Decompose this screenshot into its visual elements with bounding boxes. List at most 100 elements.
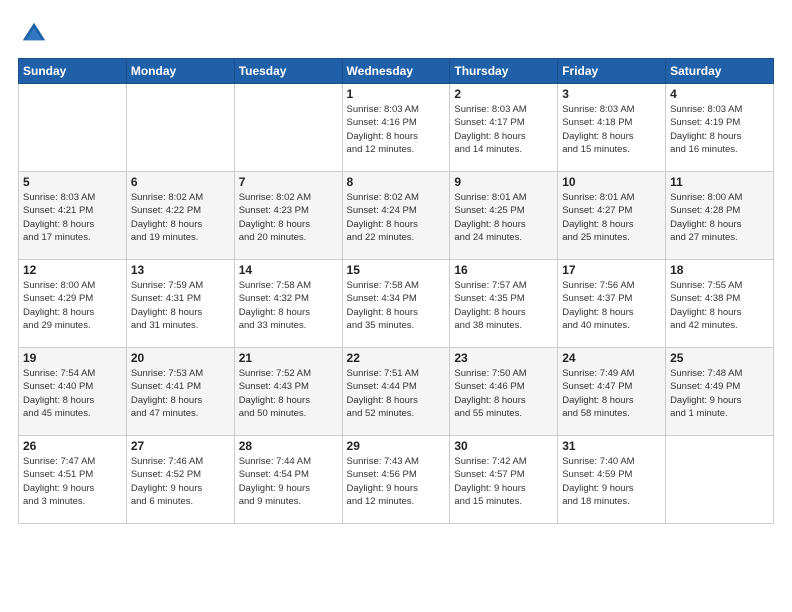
day-cell bbox=[126, 84, 234, 172]
day-cell: 28 Sunrise: 7:44 AM Sunset: 4:54 PM Dayli… bbox=[234, 436, 342, 524]
day-number: 16 bbox=[454, 263, 553, 277]
day-number: 15 bbox=[347, 263, 446, 277]
day-info: Sunrise: 7:58 AM Sunset: 4:34 PM Dayligh… bbox=[347, 279, 446, 332]
day-cell: 21 Sunrise: 7:52 AM Sunset: 4:43 PM Dayli… bbox=[234, 348, 342, 436]
day-info: Sunrise: 8:03 AM Sunset: 4:19 PM Dayligh… bbox=[670, 103, 769, 156]
page: Sunday Monday Tuesday Wednesday Thursday… bbox=[0, 0, 792, 612]
day-cell bbox=[666, 436, 774, 524]
day-cell: 14 Sunrise: 7:58 AM Sunset: 4:32 PM Dayli… bbox=[234, 260, 342, 348]
day-info: Sunrise: 8:01 AM Sunset: 4:27 PM Dayligh… bbox=[562, 191, 661, 244]
day-cell: 10Sunrise: 8:01 AM Sunset: 4:27 PM Dayli… bbox=[558, 172, 666, 260]
col-saturday: Saturday bbox=[666, 59, 774, 84]
day-cell: 11 Sunrise: 8:00 AM Sunset: 4:28 PM Dayli… bbox=[666, 172, 774, 260]
day-info: Sunrise: 8:00 AM Sunset: 4:28 PM Dayligh… bbox=[670, 191, 769, 244]
day-info: Sunrise: 7:58 AM Sunset: 4:32 PM Dayligh… bbox=[239, 279, 338, 332]
day-number: 8 bbox=[347, 175, 446, 189]
day-number: 28 bbox=[239, 439, 338, 453]
day-info: Sunrise: 7:42 AM Sunset: 4:57 PM Dayligh… bbox=[454, 455, 553, 508]
day-number: 22 bbox=[347, 351, 446, 365]
day-info: Sunrise: 7:59 AM Sunset: 4:31 PM Dayligh… bbox=[131, 279, 230, 332]
day-number: 26 bbox=[23, 439, 122, 453]
day-number: 17 bbox=[562, 263, 661, 277]
day-info: Sunrise: 8:03 AM Sunset: 4:16 PM Dayligh… bbox=[347, 103, 446, 156]
day-cell: 19 Sunrise: 7:54 AM Sunset: 4:40 PM Dayli… bbox=[19, 348, 127, 436]
logo bbox=[18, 18, 54, 50]
day-number: 31 bbox=[562, 439, 661, 453]
day-info: Sunrise: 7:54 AM Sunset: 4:40 PM Dayligh… bbox=[23, 367, 122, 420]
day-info: Sunrise: 8:02 AM Sunset: 4:23 PM Dayligh… bbox=[239, 191, 338, 244]
day-info: Sunrise: 7:47 AM Sunset: 4:51 PM Dayligh… bbox=[23, 455, 122, 508]
day-number: 23 bbox=[454, 351, 553, 365]
week-row-1: 1 Sunrise: 8:03 AM Sunset: 4:16 PM Daylig… bbox=[19, 84, 774, 172]
day-info: Sunrise: 7:40 AM Sunset: 4:59 PM Dayligh… bbox=[562, 455, 661, 508]
day-number: 6 bbox=[131, 175, 230, 189]
day-number: 18 bbox=[670, 263, 769, 277]
day-cell: 5 Sunrise: 8:03 AM Sunset: 4:21 PM Daylig… bbox=[19, 172, 127, 260]
day-info: Sunrise: 7:52 AM Sunset: 4:43 PM Dayligh… bbox=[239, 367, 338, 420]
day-info: Sunrise: 7:49 AM Sunset: 4:47 PM Dayligh… bbox=[562, 367, 661, 420]
day-cell: 22Sunrise: 7:51 AM Sunset: 4:44 PM Dayli… bbox=[342, 348, 450, 436]
day-number: 9 bbox=[454, 175, 553, 189]
calendar-table: Sunday Monday Tuesday Wednesday Thursday… bbox=[18, 58, 774, 524]
day-info: Sunrise: 7:55 AM Sunset: 4:38 PM Dayligh… bbox=[670, 279, 769, 332]
day-cell: 29Sunrise: 7:43 AM Sunset: 4:56 PM Dayli… bbox=[342, 436, 450, 524]
day-number: 5 bbox=[23, 175, 122, 189]
day-cell: 7 Sunrise: 8:02 AM Sunset: 4:23 PM Daylig… bbox=[234, 172, 342, 260]
day-number: 21 bbox=[239, 351, 338, 365]
day-cell: 9Sunrise: 8:01 AM Sunset: 4:25 PM Daylig… bbox=[450, 172, 558, 260]
day-cell: 12 Sunrise: 8:00 AM Sunset: 4:29 PM Dayli… bbox=[19, 260, 127, 348]
day-cell: 25Sunrise: 7:48 AM Sunset: 4:49 PM Dayli… bbox=[666, 348, 774, 436]
day-number: 24 bbox=[562, 351, 661, 365]
col-tuesday: Tuesday bbox=[234, 59, 342, 84]
day-cell bbox=[19, 84, 127, 172]
col-friday: Friday bbox=[558, 59, 666, 84]
day-number: 2 bbox=[454, 87, 553, 101]
day-number: 11 bbox=[670, 175, 769, 189]
day-cell: 15 Sunrise: 7:58 AM Sunset: 4:34 PM Dayli… bbox=[342, 260, 450, 348]
day-number: 19 bbox=[23, 351, 122, 365]
day-number: 7 bbox=[239, 175, 338, 189]
day-cell: 3Sunrise: 8:03 AM Sunset: 4:18 PM Daylig… bbox=[558, 84, 666, 172]
day-info: Sunrise: 7:46 AM Sunset: 4:52 PM Dayligh… bbox=[131, 455, 230, 508]
day-info: Sunrise: 7:44 AM Sunset: 4:54 PM Dayligh… bbox=[239, 455, 338, 508]
day-cell: 17 Sunrise: 7:56 AM Sunset: 4:37 PM Dayli… bbox=[558, 260, 666, 348]
header bbox=[18, 18, 774, 50]
day-info: Sunrise: 7:50 AM Sunset: 4:46 PM Dayligh… bbox=[454, 367, 553, 420]
col-wednesday: Wednesday bbox=[342, 59, 450, 84]
day-number: 30 bbox=[454, 439, 553, 453]
day-number: 12 bbox=[23, 263, 122, 277]
day-info: Sunrise: 8:02 AM Sunset: 4:24 PM Dayligh… bbox=[347, 191, 446, 244]
day-number: 29 bbox=[347, 439, 446, 453]
day-cell: 20 Sunrise: 7:53 AM Sunset: 4:41 PM Dayli… bbox=[126, 348, 234, 436]
day-cell: 27 Sunrise: 7:46 AM Sunset: 4:52 PM Dayli… bbox=[126, 436, 234, 524]
col-monday: Monday bbox=[126, 59, 234, 84]
day-info: Sunrise: 8:03 AM Sunset: 4:21 PM Dayligh… bbox=[23, 191, 122, 244]
day-info: Sunrise: 7:57 AM Sunset: 4:35 PM Dayligh… bbox=[454, 279, 553, 332]
week-row-3: 12 Sunrise: 8:00 AM Sunset: 4:29 PM Dayli… bbox=[19, 260, 774, 348]
day-number: 3 bbox=[562, 87, 661, 101]
day-number: 25 bbox=[670, 351, 769, 365]
week-row-2: 5 Sunrise: 8:03 AM Sunset: 4:21 PM Daylig… bbox=[19, 172, 774, 260]
day-info: Sunrise: 7:56 AM Sunset: 4:37 PM Dayligh… bbox=[562, 279, 661, 332]
day-number: 1 bbox=[347, 87, 446, 101]
day-info: Sunrise: 8:02 AM Sunset: 4:22 PM Dayligh… bbox=[131, 191, 230, 244]
day-cell: 13Sunrise: 7:59 AM Sunset: 4:31 PM Dayli… bbox=[126, 260, 234, 348]
day-cell: 4Sunrise: 8:03 AM Sunset: 4:19 PM Daylig… bbox=[666, 84, 774, 172]
day-cell: 30 Sunrise: 7:42 AM Sunset: 4:57 PM Dayli… bbox=[450, 436, 558, 524]
day-number: 14 bbox=[239, 263, 338, 277]
day-cell: 26 Sunrise: 7:47 AM Sunset: 4:51 PM Dayli… bbox=[19, 436, 127, 524]
header-row: Sunday Monday Tuesday Wednesday Thursday… bbox=[19, 59, 774, 84]
day-cell: 18 Sunrise: 7:55 AM Sunset: 4:38 PM Dayli… bbox=[666, 260, 774, 348]
day-cell: 1 Sunrise: 8:03 AM Sunset: 4:16 PM Daylig… bbox=[342, 84, 450, 172]
day-cell bbox=[234, 84, 342, 172]
day-number: 27 bbox=[131, 439, 230, 453]
day-info: Sunrise: 8:03 AM Sunset: 4:17 PM Dayligh… bbox=[454, 103, 553, 156]
col-sunday: Sunday bbox=[19, 59, 127, 84]
day-cell: 24 Sunrise: 7:49 AM Sunset: 4:47 PM Dayli… bbox=[558, 348, 666, 436]
day-info: Sunrise: 8:00 AM Sunset: 4:29 PM Dayligh… bbox=[23, 279, 122, 332]
week-row-4: 19 Sunrise: 7:54 AM Sunset: 4:40 PM Dayli… bbox=[19, 348, 774, 436]
day-cell: 6 Sunrise: 8:02 AM Sunset: 4:22 PM Daylig… bbox=[126, 172, 234, 260]
week-row-5: 26 Sunrise: 7:47 AM Sunset: 4:51 PM Dayli… bbox=[19, 436, 774, 524]
day-number: 20 bbox=[131, 351, 230, 365]
day-info: Sunrise: 7:53 AM Sunset: 4:41 PM Dayligh… bbox=[131, 367, 230, 420]
